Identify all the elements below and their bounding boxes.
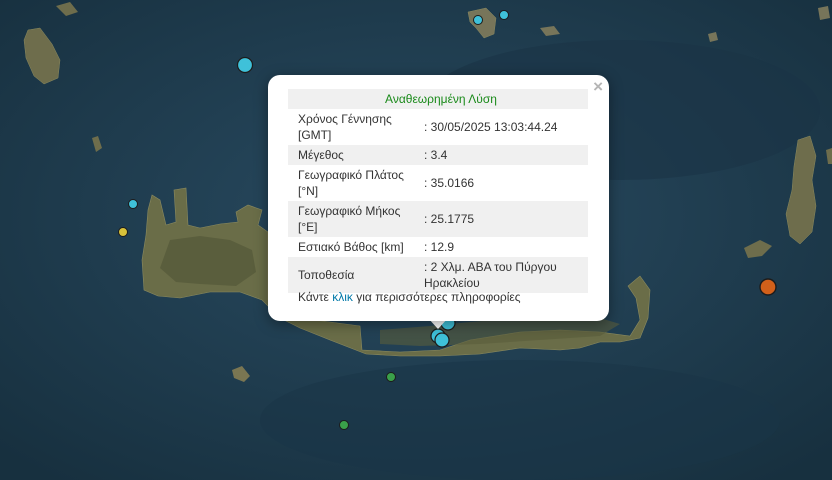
info-label: Μέγεθος [288, 145, 420, 165]
quake-marker[interactable] [473, 15, 483, 25]
popup-header-row: Αναθεωρημένη Λύση [288, 89, 588, 109]
info-row-longitude: Γεωγραφικό Μήκος [°E] : 25.1775 [288, 201, 588, 237]
deep-sea-south [260, 360, 780, 480]
earthquake-info-table: Αναθεωρημένη Λύση Χρόνος Γέννησης [GMT] … [288, 89, 588, 293]
info-value: : 2 Χλμ. ΑΒΑ του Πύργου Ηρακλείου [420, 257, 588, 293]
info-row-depth: Εστιακό Βάθος [km] : 12.9 [288, 237, 588, 257]
info-value: : 35.0166 [424, 176, 475, 190]
info-value: : 3.4 [420, 145, 588, 165]
info-label: Γεωγραφικό Πλάτος [°N] [298, 168, 404, 198]
more-info-link[interactable]: κλικ [332, 290, 353, 304]
info-value: : 25.1775 [420, 201, 588, 237]
info-label: Εστιακό Βάθος [km] [298, 240, 404, 254]
info-label: Χρόνος Γέννησης [GMT] [298, 112, 392, 142]
quake-marker[interactable] [759, 278, 777, 296]
popup-header: Αναθεωρημένη Λύση [288, 89, 588, 109]
quake-marker[interactable] [118, 227, 128, 237]
info-value: : 30/05/2025 13:03:44.24 [424, 120, 558, 134]
more-info-text: Κάντε κλικ για περισσότερες πληροφορίες [298, 290, 521, 304]
small-island-ne2 [818, 6, 830, 20]
info-row-latitude: Γεωγραφικό Πλάτος [°N] : 35.0166 [288, 165, 588, 201]
info-label: Γεωγραφικό Μήκος [°E] [288, 201, 420, 237]
quake-marker[interactable] [386, 372, 396, 382]
info-row-location: Τοποθεσία : 2 Χλμ. ΑΒΑ του Πύργου Ηρακλε… [288, 257, 588, 293]
info-label: Τοποθεσία [288, 257, 420, 293]
quake-marker[interactable] [434, 332, 450, 348]
more-info-prefix: Κάντε [298, 290, 329, 304]
quake-marker[interactable] [339, 420, 349, 430]
info-value: : 12.9 [424, 240, 455, 254]
info-row-origin-time: Χρόνος Γέννησης [GMT] : 30/05/2025 13:03… [288, 109, 588, 145]
quake-marker[interactable] [128, 199, 138, 209]
close-icon[interactable]: × [593, 77, 603, 97]
quake-marker[interactable] [499, 10, 509, 20]
info-row-magnitude: Μέγεθος : 3.4 [288, 145, 588, 165]
earthquake-popup: × Αναθεωρημένη Λύση Χρόνος Γέννησης [GMT… [268, 75, 609, 321]
quake-marker[interactable] [236, 56, 254, 74]
more-info-suffix: για περισσότερες πληροφορίες [356, 290, 521, 304]
